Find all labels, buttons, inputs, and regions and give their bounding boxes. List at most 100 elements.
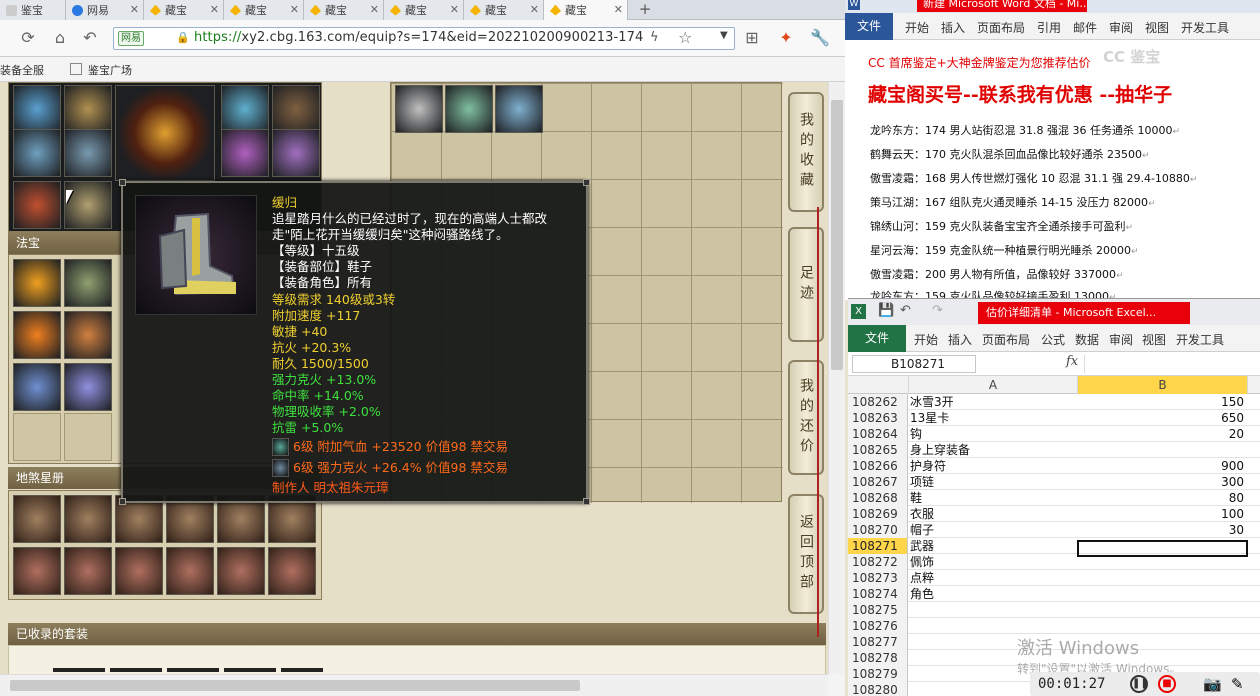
ribbon-tab[interactable]: 引用 (1037, 19, 1061, 36)
ribbon-tab[interactable]: 开始 (905, 19, 929, 36)
undo-icon[interactable]: ↶ (80, 28, 100, 48)
ribbon-tab[interactable]: 插入 (941, 19, 965, 36)
browser-tab[interactable]: 藏宝 ✕ (144, 0, 224, 20)
cell-b[interactable]: 100 (1078, 506, 1248, 522)
star-card[interactable] (64, 495, 112, 543)
new-tab-button[interactable]: + (632, 0, 658, 20)
ribbon-tab[interactable]: 插入 (948, 331, 972, 348)
row-number[interactable]: 108277 (848, 634, 908, 650)
cell-a[interactable]: 佩饰 (910, 554, 1078, 570)
extension-icon[interactable]: ✦ (776, 28, 796, 48)
stop-icon[interactable]: ■ (1158, 675, 1176, 693)
ribbon-tab[interactable]: 公式 (1041, 331, 1065, 348)
row-number[interactable]: 108266 (848, 458, 908, 474)
fabao-slot[interactable] (64, 363, 112, 411)
cell-b[interactable]: 900 (1078, 458, 1248, 474)
cell-a[interactable]: 13星卡 (910, 410, 1078, 426)
pen-icon[interactable]: ✎ (1231, 675, 1244, 693)
cell-b[interactable]: 30 (1078, 522, 1248, 538)
cell-a[interactable]: 武器 (910, 538, 1078, 554)
browser-tab[interactable]: 网易 ✕ (66, 0, 144, 20)
ribbon-tab[interactable]: 视图 (1142, 331, 1166, 348)
browser-tab-active[interactable]: 藏宝 ✕ (544, 0, 628, 20)
cell-b[interactable]: 80 (1078, 490, 1248, 506)
bookmark-item[interactable]: 装备全服 (0, 62, 44, 78)
close-icon[interactable]: ✕ (290, 3, 299, 16)
equip-slot[interactable] (272, 85, 320, 133)
ribbon-tab[interactable]: 开发工具 (1181, 19, 1229, 36)
star-card[interactable] (115, 547, 163, 595)
row-number[interactable]: 108264 (848, 426, 908, 442)
camera-icon[interactable]: 📷 (1203, 675, 1222, 693)
equip-slot[interactable] (64, 129, 112, 177)
refresh-icon[interactable]: ⟳ (18, 28, 38, 48)
row-number[interactable]: 108263 (848, 410, 908, 426)
browser-tab[interactable]: 鉴宝 (0, 0, 66, 20)
browser-tab[interactable]: 藏宝 ✕ (464, 0, 544, 20)
cell-a[interactable]: 护身符 (910, 458, 1078, 474)
row-number[interactable]: 108274 (848, 586, 908, 602)
fabao-slot[interactable] (13, 363, 61, 411)
redo-icon[interactable]: ↷ (932, 303, 943, 318)
ribbon-tab[interactable]: 开始 (914, 331, 938, 348)
save-icon[interactable]: 💾 (878, 303, 894, 318)
close-icon[interactable]: ✕ (130, 3, 139, 16)
inventory-slot[interactable] (445, 85, 493, 133)
cell-a[interactable]: 角色 (910, 586, 1078, 602)
address-bar[interactable]: 网易 🔒 https://xy2.cbg.163.com/equip?s=174… (113, 27, 735, 50)
cell-a[interactable]: 衣服 (910, 506, 1078, 522)
pause-icon[interactable]: ❚❚ (1130, 675, 1149, 693)
close-icon[interactable]: ✕ (450, 3, 459, 16)
row-number[interactable]: 108265 (848, 442, 908, 458)
fabao-slot[interactable] (64, 311, 112, 359)
cell-a[interactable]: 项链 (910, 474, 1078, 490)
row-number[interactable]: 108270 (848, 522, 908, 538)
row-number[interactable]: 108267 (848, 474, 908, 490)
ribbon-tab[interactable]: 审阅 (1109, 331, 1133, 348)
star-card[interactable] (166, 547, 214, 595)
row-number[interactable]: 108268 (848, 490, 908, 506)
column-header-a[interactable]: A (909, 376, 1078, 394)
equip-slot[interactable] (13, 181, 61, 229)
ribbon-tab[interactable]: 视图 (1145, 19, 1169, 36)
inventory-slot[interactable] (495, 85, 543, 133)
browser-tab[interactable]: 藏宝 ✕ (224, 0, 304, 20)
fabao-slot[interactable] (13, 311, 61, 359)
star-card[interactable] (13, 547, 61, 595)
home-icon[interactable]: ⌂ (50, 28, 70, 48)
ribbon-tab[interactable]: 审阅 (1109, 19, 1133, 36)
equip-slot[interactable] (64, 85, 112, 133)
cell-a[interactable]: 身上穿装备 (910, 442, 1078, 458)
cell-b[interactable]: 150 (1078, 394, 1248, 410)
star-card[interactable] (217, 547, 265, 595)
ribbon-tab[interactable]: 页面布局 (977, 19, 1025, 36)
fabao-slot[interactable] (13, 259, 61, 307)
cell-b[interactable]: 20 (1078, 426, 1248, 442)
row-number[interactable]: 108269 (848, 506, 908, 522)
close-icon[interactable]: ✕ (530, 3, 539, 16)
row-number[interactable]: 108280 (848, 682, 908, 696)
url-text[interactable]: https://xy2.cbg.163.com/equip?s=174&eid=… (194, 30, 643, 45)
word-document[interactable]: CC 首席鉴定+大神金牌鉴定为您推荐估价 CC 鉴宝 藏宝阁买号--联系我有优惠… (845, 40, 1260, 300)
row-number[interactable]: 108271 (848, 538, 908, 554)
fx-icon[interactable]: fx (1066, 354, 1078, 369)
select-all-corner[interactable] (848, 376, 909, 394)
close-icon[interactable]: ✕ (370, 3, 379, 16)
equip-slot[interactable] (221, 129, 269, 177)
equip-slot[interactable] (13, 129, 61, 177)
bookmark-item[interactable]: 鉴宝广场 (88, 62, 132, 78)
scroll-thumb[interactable] (831, 100, 843, 370)
cell-a[interactable]: 帽子 (910, 522, 1078, 538)
row-number[interactable]: 108272 (848, 554, 908, 570)
name-box[interactable]: B108271 (852, 355, 976, 373)
star-icon[interactable]: ☆ (678, 28, 692, 47)
fabao-slot[interactable] (64, 259, 112, 307)
row-number[interactable]: 108275 (848, 602, 908, 618)
ribbon-tab[interactable]: 邮件 (1073, 19, 1097, 36)
cell-b[interactable]: 300 (1078, 474, 1248, 490)
grid-icon[interactable]: ⊞ (742, 28, 762, 48)
ribbon-tab[interactable]: 页面布局 (982, 331, 1030, 348)
browser-tab[interactable]: 藏宝 ✕ (384, 0, 464, 20)
chevron-down-icon[interactable]: ▼ (720, 30, 728, 41)
flash-icon[interactable]: ϟ (650, 30, 659, 45)
